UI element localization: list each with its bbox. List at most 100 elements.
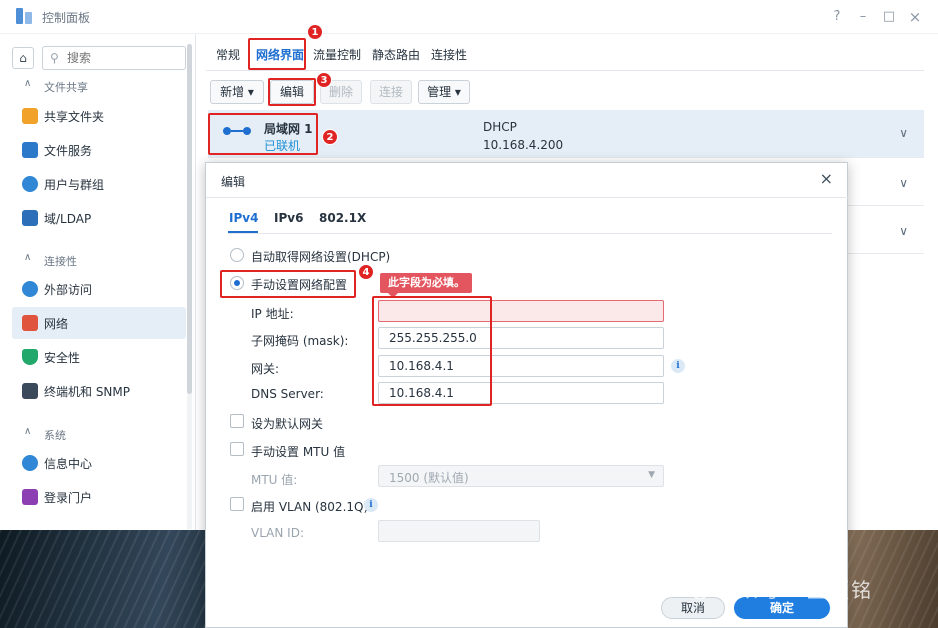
manage-button[interactable]: 管理 ▾ [418,80,470,104]
mtu-select[interactable]: 1500 (默认值) ▼ [378,465,664,487]
auto-dhcp-radio[interactable] [230,248,244,262]
search-input[interactable] [67,50,179,66]
tab-network-interface[interactable]: 网络界面 [256,44,304,70]
sidebar-item-shared-folder[interactable]: 共享文件夹 [12,100,186,132]
sidebar-item-label: 用户与群组 [44,178,105,192]
edit-button[interactable]: 编辑 [270,80,314,104]
chevron-down-icon[interactable]: ∨ [899,126,908,140]
sidebar-item-label: 登录门户 [44,491,93,505]
tab-traffic-control[interactable]: 流量控制 [313,44,361,70]
sidebar-item-external-access[interactable]: 外部访问 [12,273,186,305]
interface-row-lan1[interactable]: 局域网 1 已联机 DHCP 10.168.4.200 ∨ [208,110,924,158]
default-gateway-label: 设为默认网关 [251,417,324,431]
chevron-down-icon: ▼ [648,470,655,480]
vlan-info-icon[interactable]: i [364,498,378,512]
chevron-up-icon: ∧ [24,78,32,89]
tab-connectivity[interactable]: 连接性 [431,44,467,70]
manual-mtu-checkbox[interactable] [230,442,244,456]
sidebar-item-users-groups[interactable]: 用户与群组 [12,168,186,200]
subnet-mask-input[interactable] [378,327,664,349]
create-button[interactable]: 新增 ▾ [210,80,264,104]
maximize-icon[interactable]: □ [880,8,898,26]
sidebar-item-label: 文件服务 [44,144,93,158]
home-button[interactable]: ⌂ [12,47,34,69]
section-system[interactable]: ∧ 系统 [0,422,186,446]
control-panel-logo-icon [16,8,34,24]
login-portal-icon [22,489,38,505]
sidebar-scrollbar[interactable] [187,44,192,530]
minimize-icon[interactable]: – [854,8,872,26]
dialog-title: 编辑 [221,175,246,189]
enable-vlan-checkbox[interactable] [230,497,244,511]
network-house-icon [22,315,38,331]
active-tab-indicator [228,231,258,233]
window-title: 控制面板 [42,11,91,25]
sidebar-item-file-services[interactable]: 文件服务 [12,134,186,166]
interface-name: 局域网 1 [264,122,313,136]
ip-address-label: IP 地址: [251,307,294,321]
tab-8021x[interactable]: 802.1X [319,211,366,225]
dialog-divider [206,197,849,198]
sidebar-item-label: 外部访问 [44,283,93,297]
interface-mode: DHCP [483,120,517,134]
sidebar-item-label: 网络 [44,317,69,331]
connect-button[interactable]: 连接 [370,80,412,104]
step-badge-4: 4 [358,264,374,280]
vlan-id-input[interactable] [378,520,540,542]
tab-general[interactable]: 常规 [216,44,240,70]
chevron-down-icon[interactable]: ∨ [899,224,908,238]
dialog-tab-divider [228,233,832,234]
domain-icon [22,210,38,226]
chevron-up-icon: ∧ [24,426,32,437]
sidebar-item-label: 终端机和 SNMP [44,385,130,399]
chevron-down-icon[interactable]: ∨ [899,176,908,190]
interface-status: 已联机 [264,139,301,153]
tab-ipv6[interactable]: IPv6 [274,211,303,225]
mtu-value-label: MTU 值: [251,473,298,487]
wechat-icon [680,578,709,600]
gateway-input[interactable] [378,355,664,377]
section-file-sharing[interactable]: ∧ 文件共享 [0,74,186,98]
tab-divider [206,70,924,71]
enable-vlan-label: 启用 VLAN (802.1Q) [251,500,369,514]
section-label: 连接性 [44,255,77,268]
terminal-icon [22,383,38,399]
sidebar-scrollbar-thumb[interactable] [187,44,192,394]
tab-ipv4[interactable]: IPv4 [229,211,258,225]
auto-dhcp-label: 自动取得网络设置(DHCP) [251,250,391,264]
dialog-close-icon[interactable]: × [820,169,833,188]
step-badge-1: 1 [307,24,323,40]
close-icon[interactable]: × [906,8,924,26]
default-gateway-checkbox[interactable] [230,414,244,428]
sidebar-item-terminal-snmp[interactable]: 终端机和 SNMP [12,375,186,407]
section-label: 系统 [44,429,66,442]
manual-config-label: 手动设置网络配置 [251,278,348,292]
sidebar-item-security[interactable]: 安全性 [12,341,186,373]
manual-config-radio[interactable] [230,276,244,290]
search-icon: ⚲ [50,51,59,65]
file-services-icon [22,142,38,158]
vlan-id-label: VLAN ID: [251,526,304,540]
sidebar: ⌂ ⚲ ∧ 文件共享 共享文件夹 文件服务 用户与群组 域/LDAP [0,34,196,530]
help-icon[interactable]: ? [828,8,846,26]
dns-server-input[interactable] [378,382,664,404]
sidebar-item-label: 域/LDAP [44,212,92,226]
step-badge-2: 2 [322,129,338,145]
sidebar-item-info-center[interactable]: 信息中心 [12,447,186,479]
section-connectivity[interactable]: ∧ 连接性 [0,248,186,272]
sidebar-item-network[interactable]: 网络 [12,307,186,339]
search-box[interactable]: ⚲ [42,46,186,70]
gateway-info-icon[interactable]: i [671,359,685,373]
tab-static-route[interactable]: 静态路由 [372,44,420,70]
ip-address-input[interactable] [378,300,664,322]
subnet-mask-label: 子网掩码 (mask): [251,334,349,348]
sidebar-item-domain-ldap[interactable]: 域/LDAP [12,202,186,234]
manual-mtu-label: 手动设置 MTU 值 [251,445,346,459]
gateway-label: 网关: [251,362,280,376]
shield-icon [22,349,38,365]
mtu-selected-value: 1500 (默认值) [389,471,469,485]
required-field-tooltip: 此字段为必填。 [380,273,472,298]
info-icon [22,455,38,471]
interface-ip: 10.168.4.200 [483,138,564,152]
sidebar-item-login-portal[interactable]: 登录门户 [12,481,186,513]
